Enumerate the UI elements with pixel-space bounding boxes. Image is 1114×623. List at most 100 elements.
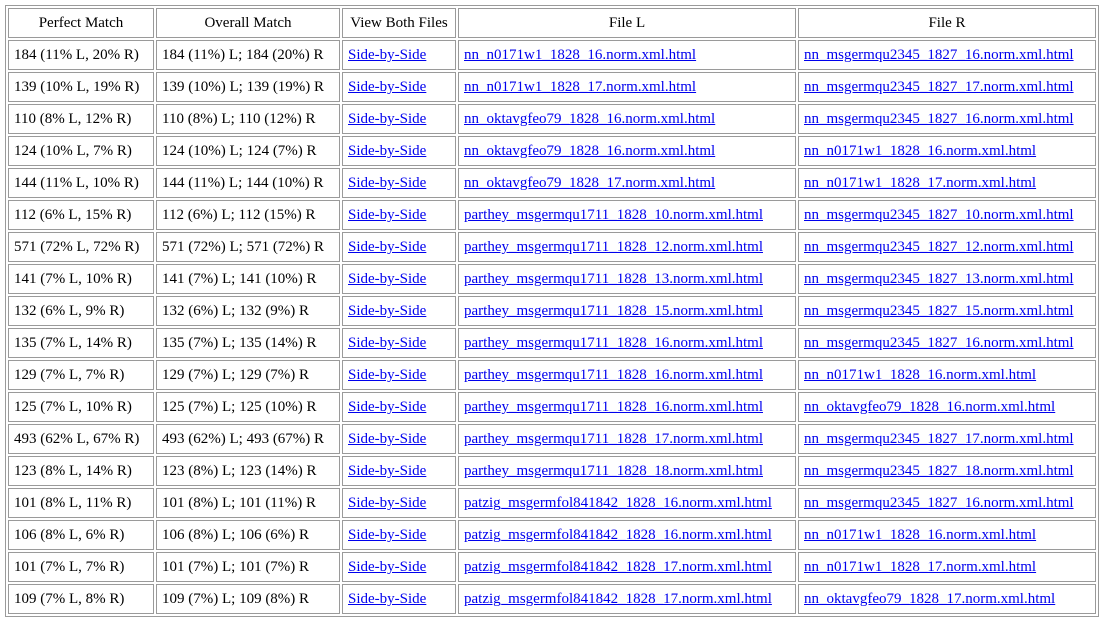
file-r-link[interactable]: nn_msgermqu2345_1827_17.norm.xml.html	[804, 431, 1074, 447]
table-row: 141 (7% L, 10% R) 141 (7%) L; 141 (10%) R…	[8, 264, 1096, 294]
perfect-match-cell: 110 (8% L, 12% R)	[8, 104, 154, 134]
file-l-link[interactable]: parthey_msgermqu1711_1828_15.norm.xml.ht…	[464, 303, 763, 319]
file-l-cell: parthey_msgermqu1711_1828_16.norm.xml.ht…	[458, 360, 796, 390]
file-l-cell: nn_oktavgfeo79_1828_17.norm.xml.html	[458, 168, 796, 198]
file-r-link[interactable]: nn_msgermqu2345_1827_18.norm.xml.html	[804, 463, 1074, 479]
side-by-side-link[interactable]: Side-by-Side	[348, 207, 426, 223]
perfect-match-cell: 125 (7% L, 10% R)	[8, 392, 154, 422]
side-by-side-link[interactable]: Side-by-Side	[348, 431, 426, 447]
view-both-cell: Side-by-Side	[342, 40, 456, 70]
file-l-link[interactable]: patzig_msgermfol841842_1828_16.norm.xml.…	[464, 495, 772, 511]
side-by-side-link[interactable]: Side-by-Side	[348, 367, 426, 383]
file-l-link[interactable]: patzig_msgermfol841842_1828_17.norm.xml.…	[464, 559, 772, 575]
file-l-link[interactable]: parthey_msgermqu1711_1828_18.norm.xml.ht…	[464, 463, 763, 479]
view-both-cell: Side-by-Side	[342, 264, 456, 294]
file-l-link[interactable]: nn_oktavgfeo79_1828_17.norm.xml.html	[464, 175, 715, 191]
overall-match-cell: 112 (6%) L; 112 (15%) R	[156, 200, 340, 230]
side-by-side-link[interactable]: Side-by-Side	[348, 79, 426, 95]
overall-match-cell: 139 (10%) L; 139 (19%) R	[156, 72, 340, 102]
perfect-match-cell: 493 (62% L, 67% R)	[8, 424, 154, 454]
file-r-link[interactable]: nn_n0171w1_1828_16.norm.xml.html	[804, 367, 1036, 383]
overall-match-cell: 141 (7%) L; 141 (10%) R	[156, 264, 340, 294]
side-by-side-link[interactable]: Side-by-Side	[348, 303, 426, 319]
file-r-link[interactable]: nn_n0171w1_1828_17.norm.xml.html	[804, 559, 1036, 575]
file-l-link[interactable]: parthey_msgermqu1711_1828_16.norm.xml.ht…	[464, 335, 763, 351]
file-r-link[interactable]: nn_msgermqu2345_1827_12.norm.xml.html	[804, 239, 1074, 255]
perfect-match-cell: 112 (6% L, 15% R)	[8, 200, 154, 230]
file-r-link[interactable]: nn_msgermqu2345_1827_13.norm.xml.html	[804, 271, 1074, 287]
file-l-link[interactable]: parthey_msgermqu1711_1828_12.norm.xml.ht…	[464, 239, 763, 255]
side-by-side-link[interactable]: Side-by-Side	[348, 239, 426, 255]
file-r-link[interactable]: nn_msgermqu2345_1827_16.norm.xml.html	[804, 111, 1074, 127]
file-r-link[interactable]: nn_msgermqu2345_1827_15.norm.xml.html	[804, 303, 1074, 319]
file-r-cell: nn_oktavgfeo79_1828_16.norm.xml.html	[798, 392, 1096, 422]
file-r-link[interactable]: nn_msgermqu2345_1827_16.norm.xml.html	[804, 495, 1074, 511]
file-l-link[interactable]: parthey_msgermqu1711_1828_10.norm.xml.ht…	[464, 207, 763, 223]
side-by-side-link[interactable]: Side-by-Side	[348, 591, 426, 607]
view-both-cell: Side-by-Side	[342, 328, 456, 358]
perfect-match-cell: 101 (7% L, 7% R)	[8, 552, 154, 582]
file-r-cell: nn_msgermqu2345_1827_16.norm.xml.html	[798, 40, 1096, 70]
file-r-cell: nn_msgermqu2345_1827_16.norm.xml.html	[798, 488, 1096, 518]
file-r-link[interactable]: nn_msgermqu2345_1827_16.norm.xml.html	[804, 47, 1074, 63]
side-by-side-link[interactable]: Side-by-Side	[348, 495, 426, 511]
table-row: 125 (7% L, 10% R) 125 (7%) L; 125 (10%) R…	[8, 392, 1096, 422]
file-r-link[interactable]: nn_msgermqu2345_1827_16.norm.xml.html	[804, 335, 1074, 351]
table-row: 132 (6% L, 9% R) 132 (6%) L; 132 (9%) R Si…	[8, 296, 1096, 326]
side-by-side-link[interactable]: Side-by-Side	[348, 463, 426, 479]
results-table: Perfect Match Overall Match View Both Fi…	[5, 5, 1099, 617]
perfect-match-cell: 141 (7% L, 10% R)	[8, 264, 154, 294]
file-l-link[interactable]: parthey_msgermqu1711_1828_17.norm.xml.ht…	[464, 431, 763, 447]
view-both-cell: Side-by-Side	[342, 392, 456, 422]
file-r-link[interactable]: nn_n0171w1_1828_17.norm.xml.html	[804, 175, 1036, 191]
perfect-match-cell: 135 (7% L, 14% R)	[8, 328, 154, 358]
view-both-cell: Side-by-Side	[342, 168, 456, 198]
file-r-link[interactable]: nn_oktavgfeo79_1828_17.norm.xml.html	[804, 591, 1055, 607]
side-by-side-link[interactable]: Side-by-Side	[348, 335, 426, 351]
table-row: 101 (8% L, 11% R) 101 (8%) L; 101 (11%) R…	[8, 488, 1096, 518]
file-l-link[interactable]: nn_oktavgfeo79_1828_16.norm.xml.html	[464, 111, 715, 127]
file-l-link[interactable]: parthey_msgermqu1711_1828_13.norm.xml.ht…	[464, 271, 763, 287]
side-by-side-link[interactable]: Side-by-Side	[348, 47, 426, 63]
file-r-link[interactable]: nn_msgermqu2345_1827_17.norm.xml.html	[804, 79, 1074, 95]
view-both-cell: Side-by-Side	[342, 552, 456, 582]
file-l-cell: parthey_msgermqu1711_1828_10.norm.xml.ht…	[458, 200, 796, 230]
side-by-side-link[interactable]: Side-by-Side	[348, 399, 426, 415]
file-l-link[interactable]: nn_oktavgfeo79_1828_16.norm.xml.html	[464, 143, 715, 159]
file-l-link[interactable]: nn_n0171w1_1828_16.norm.xml.html	[464, 47, 696, 63]
file-r-cell: nn_n0171w1_1828_17.norm.xml.html	[798, 552, 1096, 582]
side-by-side-link[interactable]: Side-by-Side	[348, 111, 426, 127]
overall-match-cell: 124 (10%) L; 124 (7%) R	[156, 136, 340, 166]
side-by-side-link[interactable]: Side-by-Side	[348, 175, 426, 191]
file-l-cell: patzig_msgermfol841842_1828_17.norm.xml.…	[458, 552, 796, 582]
side-by-side-link[interactable]: Side-by-Side	[348, 527, 426, 543]
file-l-link[interactable]: patzig_msgermfol841842_1828_17.norm.xml.…	[464, 591, 772, 607]
file-l-link[interactable]: parthey_msgermqu1711_1828_16.norm.xml.ht…	[464, 399, 763, 415]
file-r-link[interactable]: nn_oktavgfeo79_1828_16.norm.xml.html	[804, 399, 1055, 415]
side-by-side-link[interactable]: Side-by-Side	[348, 271, 426, 287]
file-r-link[interactable]: nn_msgermqu2345_1827_10.norm.xml.html	[804, 207, 1074, 223]
view-both-cell: Side-by-Side	[342, 232, 456, 262]
file-r-link[interactable]: nn_n0171w1_1828_16.norm.xml.html	[804, 527, 1036, 543]
file-l-link[interactable]: parthey_msgermqu1711_1828_16.norm.xml.ht…	[464, 367, 763, 383]
table-body: 184 (11% L, 20% R) 184 (11%) L; 184 (20%)…	[8, 40, 1096, 614]
file-l-cell: nn_n0171w1_1828_17.norm.xml.html	[458, 72, 796, 102]
table-row: 493 (62% L, 67% R) 493 (62%) L; 493 (67%)…	[8, 424, 1096, 454]
file-r-link[interactable]: nn_n0171w1_1828_16.norm.xml.html	[804, 143, 1036, 159]
perfect-match-cell: 124 (10% L, 7% R)	[8, 136, 154, 166]
side-by-side-link[interactable]: Side-by-Side	[348, 143, 426, 159]
file-r-cell: nn_msgermqu2345_1827_15.norm.xml.html	[798, 296, 1096, 326]
file-l-link[interactable]: nn_n0171w1_1828_17.norm.xml.html	[464, 79, 696, 95]
file-r-cell: nn_msgermqu2345_1827_16.norm.xml.html	[798, 328, 1096, 358]
file-l-cell: parthey_msgermqu1711_1828_13.norm.xml.ht…	[458, 264, 796, 294]
file-l-link[interactable]: patzig_msgermfol841842_1828_16.norm.xml.…	[464, 527, 772, 543]
file-r-cell: nn_oktavgfeo79_1828_17.norm.xml.html	[798, 584, 1096, 614]
side-by-side-link[interactable]: Side-by-Side	[348, 559, 426, 575]
view-both-cell: Side-by-Side	[342, 488, 456, 518]
table-row: 144 (11% L, 10% R) 144 (11%) L; 144 (10%)…	[8, 168, 1096, 198]
table-row: 184 (11% L, 20% R) 184 (11%) L; 184 (20%)…	[8, 40, 1096, 70]
file-r-cell: nn_msgermqu2345_1827_18.norm.xml.html	[798, 456, 1096, 486]
header-row: Perfect Match Overall Match View Both Fi…	[8, 8, 1096, 38]
header-file-l: File L	[458, 8, 796, 38]
table-row: 101 (7% L, 7% R) 101 (7%) L; 101 (7%) R Si…	[8, 552, 1096, 582]
